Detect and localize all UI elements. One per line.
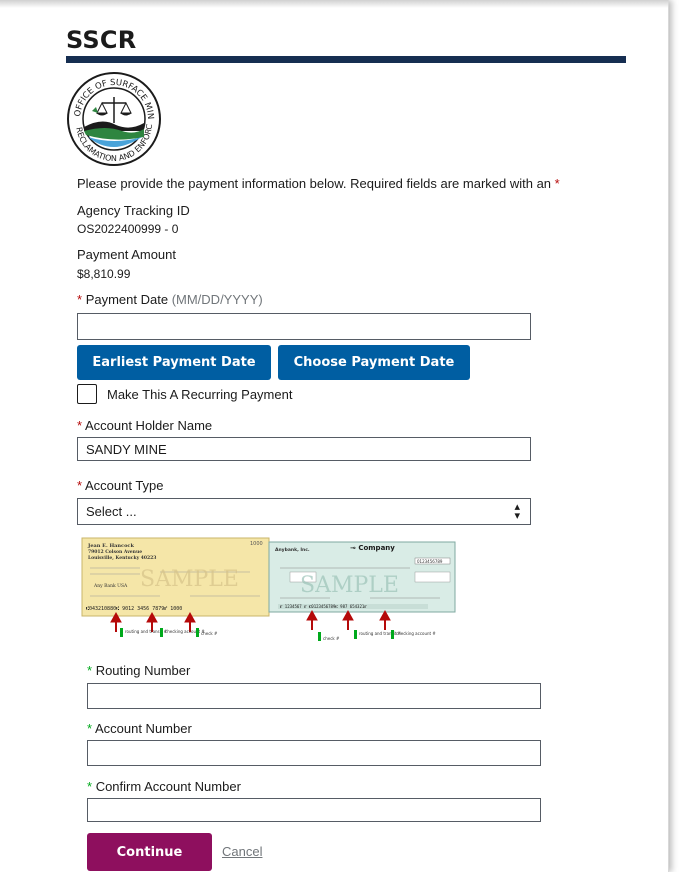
account-type-selected: Select ...: [86, 504, 137, 519]
check1-name: Jean E. Hancock: [87, 543, 134, 549]
account-holder-value: SANDY MINE: [86, 441, 167, 457]
account-number-label-text: Account Number: [94, 721, 192, 736]
check1-bank: Any Bank USA: [93, 583, 128, 589]
cancel-link[interactable]: Cancel: [222, 844, 262, 859]
intro-text: Please provide the payment information b…: [77, 176, 560, 191]
payment-date-label: * Payment Date (MM/DD/YYYY): [77, 292, 263, 307]
svg-text:⑈ 1234567 ⑈ ⑆0123456789⑆ 987: ⑈ 1234567 ⑈ ⑆0123456789⑆ 987 654321⑈: [280, 604, 367, 609]
date-format-hint: (MM/DD/YYYY): [171, 292, 263, 307]
routing-number-label-text: Routing Number: [95, 663, 191, 678]
check2-caption-checknum: check #: [323, 636, 340, 641]
recurring-payment-label: Make This A Recurring Payment: [107, 387, 293, 402]
account-holder-input[interactable]: SANDY MINE: [77, 437, 531, 461]
continue-button[interactable]: Continue: [87, 833, 212, 871]
required-asterisk: *: [77, 418, 83, 433]
intro-message: Please provide the payment information b…: [77, 176, 552, 191]
account-type-label-text: Account Type: [84, 478, 164, 493]
page-title: SSCR: [66, 26, 137, 54]
check2-company: Anybank, Inc.: [275, 547, 310, 553]
sample-check-personal: Jean E. Hancock 79012 Colson Avenue Loui…: [81, 537, 270, 617]
sample-checks-illustration: Jean E. Hancock 79012 Colson Avenue Loui…: [81, 537, 456, 641]
routing-number-input[interactable]: [87, 683, 541, 709]
check1-caption-checknum: check #: [201, 631, 218, 636]
required-asterisk: *: [87, 663, 93, 678]
required-asterisk: *: [77, 292, 83, 307]
account-type-select[interactable]: Select ... ▴ ▾: [77, 498, 531, 525]
account-number-input[interactable]: [87, 740, 541, 766]
tracking-label: Agency Tracking ID: [77, 203, 190, 218]
tracking-value: OS2022400999 - 0: [77, 222, 179, 236]
required-asterisk: *: [554, 176, 560, 191]
check1-micr: ⑆043210880⑆ 9012 3456 7879⑈ 1000: [86, 606, 182, 612]
check2-caption-account: checking account #: [396, 631, 436, 636]
choose-payment-date-button[interactable]: Choose Payment Date: [278, 345, 470, 380]
top-edge: [0, 0, 668, 8]
account-holder-label-text: Account Holder Name: [84, 418, 213, 433]
amount-value: $8,810.99: [77, 267, 131, 281]
check2-payee-company: Company: [358, 544, 395, 552]
confirm-account-label: * Confirm Account Number: [87, 779, 241, 794]
sample-check-business: Anybank, Inc. ⊸ Company 0123456789 SAMPL…: [268, 541, 456, 613]
confirm-account-label-text: Confirm Account Number: [95, 779, 241, 794]
confirm-account-number-input[interactable]: [87, 798, 541, 822]
required-asterisk: *: [87, 779, 93, 794]
page-frame: SSCR OFFICE OF SURFACE MINING RECLAMATIO…: [0, 0, 669, 872]
account-holder-label: * Account Holder Name: [77, 418, 212, 433]
check2-number: 0123456789: [417, 559, 443, 564]
recurring-payment-checkbox[interactable]: [77, 384, 97, 404]
amount-label: Payment Amount: [77, 247, 176, 262]
title-rule: [66, 56, 626, 63]
routing-number-label: * Routing Number: [87, 663, 190, 678]
check1-address2: Louisville, Kentucky 40223: [88, 555, 156, 561]
payment-date-input[interactable]: [77, 313, 531, 340]
check1-number: 1000: [250, 541, 263, 547]
required-asterisk: *: [87, 721, 93, 736]
select-arrows-icon: ▴ ▾: [514, 501, 520, 522]
payment-date-label-text: Payment Date: [85, 292, 169, 307]
check1-watermark: SAMPLE: [140, 567, 239, 592]
check1-caption-account: checking account #: [165, 629, 205, 634]
earliest-payment-date-button[interactable]: Earliest Payment Date: [77, 345, 271, 380]
check2-watermark: SAMPLE: [300, 573, 399, 598]
osmre-seal-icon: OFFICE OF SURFACE MINING RECLAMATION AND…: [66, 71, 161, 166]
account-number-label: * Account Number: [87, 721, 192, 736]
check1-address1: 79012 Colson Avenue: [88, 549, 142, 555]
svg-text:⊸ Company: ⊸ Company: [350, 544, 395, 552]
account-type-label: * Account Type: [77, 478, 164, 493]
required-asterisk: *: [77, 478, 83, 493]
